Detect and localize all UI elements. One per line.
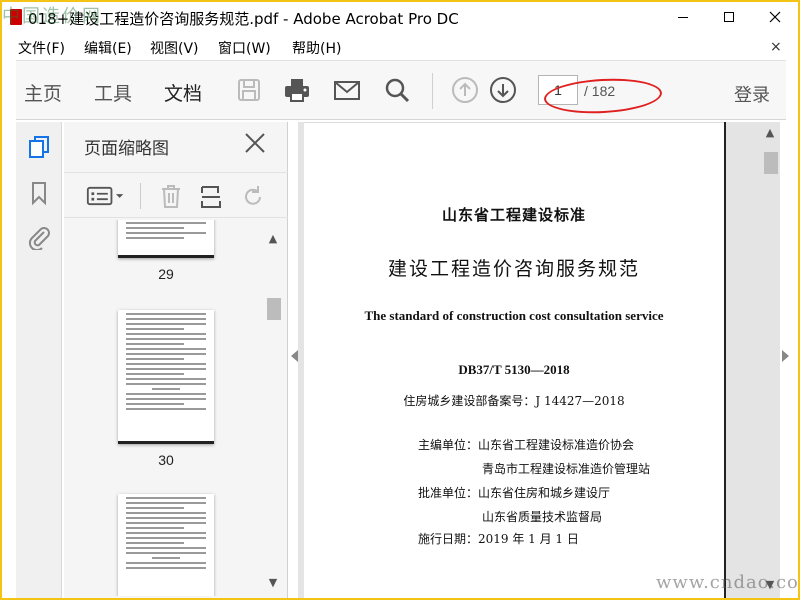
collapse-panel-arrow-icon[interactable] [291,350,298,362]
close-window-button[interactable] [752,2,798,32]
thumbnail-page-number: 30 [158,452,174,468]
page-thumbnails-panel: 页面缩略图 29 30 ▲ ▼ [64,122,288,598]
doc-english-title: The standard of construction cost consul… [364,308,664,323]
minimize-button[interactable] [660,2,706,32]
doc-approver-unit: 批准单位：山东省住房和城乡建设厅 [418,486,611,500]
menu-edit[interactable]: 编辑(E) [84,38,132,58]
menu-help[interactable]: 帮助(H) [292,38,341,58]
doc-org-title: 山东省工程建设标准 [441,206,586,224]
page-top-edge [304,122,724,123]
thumbnail-scrollbar[interactable]: ▲ ▼ [266,232,281,592]
maximize-icon [724,12,734,22]
maximize-button[interactable] [706,2,752,32]
search-button[interactable] [382,75,412,105]
close-document-button[interactable]: × [770,39,782,55]
page-thumbnail[interactable] [118,310,214,444]
app-window: 018+建设工程造价咨询服务规范.pdf - Adobe Acrobat Pro… [2,2,798,598]
doc-standard-number: DB37/T 5130—2018 [458,362,570,377]
next-page-button[interactable] [488,75,518,105]
save-icon [238,79,260,101]
arrow-up-circle-icon [452,77,478,103]
scroll-down-icon[interactable]: ▼ [266,576,280,590]
document-scrollbar[interactable]: ▲ ▼ [762,124,778,594]
scrollbar-thumb[interactable] [764,152,778,174]
doc-effective-date: 施行日期：2019 年 1 月 1 日 [418,532,579,546]
envelope-icon [334,81,360,100]
toolbar-divider [432,73,433,109]
attachments-button[interactable] [24,222,54,252]
previous-page-button[interactable] [450,75,480,105]
menu-view[interactable]: 视图(V) [150,38,199,58]
extract-page-button[interactable] [196,181,226,211]
email-button[interactable] [332,75,362,105]
search-icon [385,78,410,103]
close-panel-icon[interactable] [242,130,268,156]
doc-main-title: 建设工程造价咨询服务规范 [387,258,640,280]
doc-editor-unit: 主编单位：山东省工程建设标准造价协会 [418,438,635,452]
document-view: 山东省工程建设标准 建设工程造价咨询服务规范 The standard of c… [298,122,780,598]
menu-file[interactable]: 文件(F) [18,38,65,58]
delete-page-button[interactable] [156,181,186,211]
watermark-top-left: 中国造价网 [2,6,102,27]
minimize-icon [678,16,688,18]
options-menu-button[interactable] [84,181,128,211]
doc-editor-unit-2: 青岛市工程建设标准造价管理站 [482,462,651,476]
thumbnail-page-number: 29 [158,266,174,282]
bookmarks-button[interactable] [24,178,54,208]
login-button[interactable]: 登录 [734,81,770,107]
page-thumbnails-button[interactable] [24,132,54,162]
bookmark-icon [32,182,46,206]
trash-icon [162,185,180,208]
options-list-icon [86,186,124,206]
title-bar: 018+建设工程造价咨询服务规范.pdf - Adobe Acrobat Pro… [2,2,798,32]
print-button[interactable] [282,75,312,105]
rotate-icon [245,186,261,205]
tab-tools[interactable]: 工具 [94,79,132,106]
page-thumbnail[interactable] [118,494,214,596]
scroll-up-icon[interactable]: ▲ [266,232,280,246]
menu-bar: 文件(F) 编辑(E) 视图(V) 窗口(W) 帮助(H) × [2,36,798,58]
rotate-page-button[interactable] [238,181,268,211]
main-toolbar: 主页 工具 文档 / 182 登录 [16,60,786,120]
scrollbar-thumb[interactable] [267,298,281,320]
thumbnail-toolbar [64,172,288,218]
thumbnail-list: 29 30 [64,220,264,596]
page-thumbnail[interactable] [118,220,214,258]
extract-pages-icon [201,186,221,208]
navigation-rail [16,122,62,598]
thumbnail-toolbar-divider [140,183,141,209]
tab-home[interactable]: 主页 [24,79,62,106]
page-thumbnails-icon [29,136,49,158]
doc-approver-unit-2: 山东省质量技术监督局 [482,510,603,524]
close-icon [769,11,781,23]
printer-icon [285,79,309,102]
arrow-down-circle-icon [490,77,516,103]
doc-record-number: 住房城乡建设部备案号：J 14427—2018 [403,394,625,408]
panel-title: 页面缩略图 [84,139,169,159]
expand-right-pane-arrow-icon[interactable] [782,350,789,362]
pdf-page: 山东省工程建设标准 建设工程造价咨询服务规范 The standard of c… [304,122,726,598]
watermark-bottom-right: www.cndao.com [656,572,798,593]
save-button[interactable] [234,75,264,105]
menu-window[interactable]: 窗口(W) [218,38,271,58]
scroll-up-icon[interactable]: ▲ [762,126,778,140]
tab-document[interactable]: 文档 [164,79,202,106]
paperclip-icon [28,227,50,250]
